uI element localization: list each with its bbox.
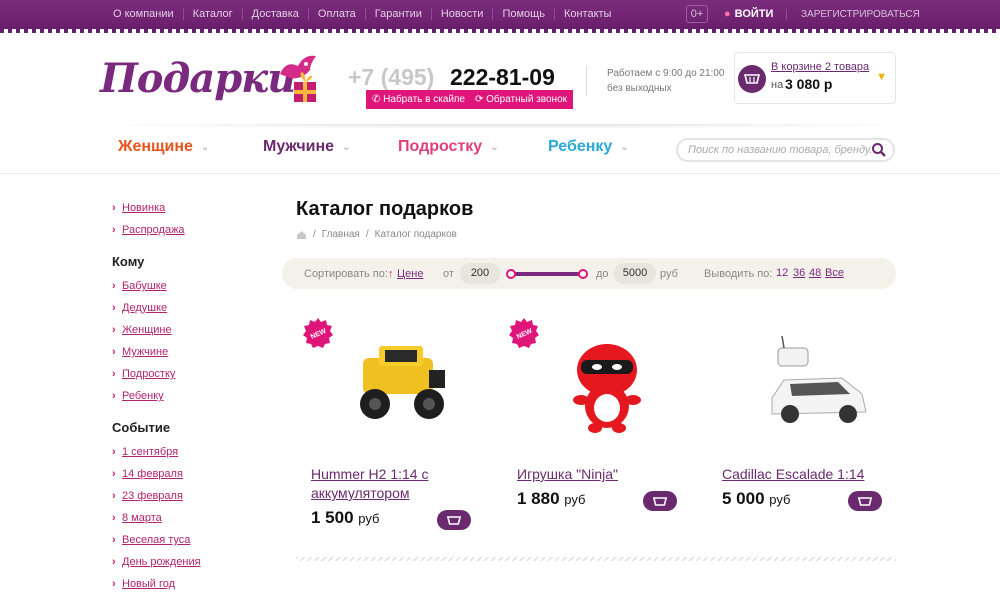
- per-page-48[interactable]: 48: [809, 267, 821, 279]
- cart-widget[interactable]: В корзине 2 товара на 3 080 р ▼: [734, 52, 896, 104]
- key-icon: ●: [724, 8, 731, 20]
- category-teen[interactable]: Подростку ⌄: [398, 138, 499, 156]
- sort-bar: Сортировать по: ↑ Цене от 200 до 5000 ру…: [282, 258, 896, 289]
- price-to-label: до: [596, 268, 609, 280]
- working-hours: Работаем с 9:00 до 21:00 без выходных: [586, 66, 736, 96]
- breadcrumb-home[interactable]: Главная: [322, 229, 360, 240]
- product-price: 1 880 руб: [517, 489, 586, 508]
- login-link[interactable]: ● ВОЙТИ: [724, 8, 773, 20]
- sidebar-item-birthday[interactable]: День рождения: [112, 554, 272, 576]
- register-link[interactable]: ЗАРЕГИСТРИРОВАТЬСЯ: [786, 9, 920, 20]
- callback-link[interactable]: ⟳ Обратный звонок: [475, 94, 567, 105]
- basket-icon: [858, 496, 872, 506]
- sidebar-item-mar8[interactable]: 8 марта: [112, 510, 272, 532]
- add-to-cart-button[interactable]: [437, 510, 471, 530]
- sidebar-item-grandma[interactable]: Бабушке: [112, 278, 272, 300]
- cart-count-link[interactable]: В корзине 2 товара: [771, 61, 869, 73]
- product-name-link[interactable]: Cadillac Escalade 1:14: [722, 465, 902, 484]
- basket-icon: [653, 496, 667, 506]
- sidebar-item-teen[interactable]: Подростку: [112, 366, 272, 388]
- product-price: 1 500 руб: [311, 508, 380, 527]
- chevron-down-icon: ⌄: [620, 141, 629, 153]
- sidebar-item-new-year[interactable]: Новый год: [112, 576, 272, 598]
- add-to-cart-button[interactable]: [643, 491, 677, 511]
- divider: [296, 557, 896, 561]
- cart-sum: 3 080 р: [785, 76, 833, 92]
- product-price: 5 000 руб: [722, 489, 791, 508]
- top-nav-item-news[interactable]: Новости: [432, 8, 494, 20]
- sort-label: Сортировать по:: [304, 268, 388, 280]
- slider-min-handle[interactable]: [506, 269, 516, 279]
- per-page-36[interactable]: 36: [793, 267, 805, 279]
- category-men[interactable]: Мужчине ⌄: [263, 138, 350, 156]
- sidebar-item-child[interactable]: Ребенку: [112, 388, 272, 410]
- sidebar-item-grandpa[interactable]: Дедушке: [112, 300, 272, 322]
- login-label: ВОЙТИ: [734, 8, 774, 20]
- sort-arrow-icon: ↑: [388, 268, 394, 280]
- slider-max-handle[interactable]: [578, 269, 588, 279]
- top-nav: О компании Каталог Доставка Оплата Гаран…: [104, 8, 620, 20]
- sidebar: Новинка Распродажа Кому Бабушке Дедушке …: [112, 200, 272, 598]
- search-icon[interactable]: [871, 142, 887, 158]
- chevron-down-icon: ⌄: [490, 141, 499, 153]
- sidebar-item-feb14[interactable]: 14 февраля: [112, 466, 272, 488]
- cart-sum-label: на: [771, 79, 784, 91]
- chevron-down-icon: ⌄: [200, 141, 210, 153]
- product-name-link[interactable]: Hummer H2 1:14 с аккумулятором: [311, 465, 491, 503]
- price-range-slider[interactable]: [506, 269, 588, 279]
- home-icon[interactable]: [296, 230, 307, 240]
- product-image-ninja[interactable]: [537, 328, 677, 438]
- per-page-all[interactable]: Все: [825, 267, 844, 279]
- top-nav-item-catalog[interactable]: Каталог: [184, 8, 243, 20]
- search-input[interactable]: Поиск по названию товара, бренду...: [676, 138, 895, 162]
- basket-icon: [738, 65, 766, 93]
- site-logo[interactable]: Подарки: [100, 55, 296, 102]
- top-nav-item-guarantees[interactable]: Гарантии: [366, 8, 432, 20]
- page-title: Каталог подарков: [296, 198, 474, 220]
- sidebar-item-sale[interactable]: Распродажа: [112, 222, 272, 244]
- category-child[interactable]: Ребенку ⌄: [548, 138, 629, 156]
- per-page-label: Выводить по:: [704, 268, 773, 280]
- gift-bird-icon: [280, 55, 316, 102]
- sidebar-heading-event: Событие: [112, 420, 171, 435]
- product-name-link[interactable]: Игрушка "Ninja": [517, 465, 697, 484]
- price-from-label: от: [443, 268, 454, 280]
- category-women[interactable]: Женщине ⌄: [118, 138, 209, 156]
- sort-by-price[interactable]: Цене: [397, 268, 423, 280]
- top-nav-item-help[interactable]: Помощь: [493, 8, 555, 20]
- product-image-cadillac[interactable]: [742, 328, 882, 438]
- phone-code: +7 (495): [348, 64, 435, 90]
- chevron-down-icon: ⌄: [342, 141, 351, 153]
- price-currency: руб: [660, 268, 678, 280]
- price-max-input[interactable]: 5000: [614, 263, 656, 284]
- sidebar-heading-whom: Кому: [112, 254, 145, 269]
- breadcrumb-current: Каталог подарков: [374, 229, 457, 240]
- breadcrumb: / Главная / Каталог подарков: [296, 229, 457, 240]
- new-badge: NEW: [509, 318, 539, 348]
- per-page-12[interactable]: 12: [776, 267, 788, 279]
- top-nav-item-about[interactable]: О компании: [104, 8, 184, 20]
- top-nav-item-contacts[interactable]: Контакты: [555, 8, 621, 20]
- age-rating-badge: 0+: [686, 5, 708, 23]
- chevron-down-icon[interactable]: ▼: [876, 71, 887, 83]
- sidebar-item-party[interactable]: Веселая туса: [112, 532, 272, 554]
- top-bar: О компании Каталог Доставка Оплата Гаран…: [0, 0, 1000, 33]
- sidebar-item-feb23[interactable]: 23 февраля: [112, 488, 272, 510]
- phone-number[interactable]: 222-81-09: [450, 64, 555, 91]
- sidebar-item-man[interactable]: Мужчине: [112, 344, 272, 366]
- new-badge: NEW: [303, 318, 333, 348]
- add-to-cart-button[interactable]: [848, 491, 882, 511]
- sidebar-item-sept1[interactable]: 1 сентября: [112, 444, 272, 466]
- sidebar-item-woman[interactable]: Женщине: [112, 322, 272, 344]
- basket-icon: [447, 515, 461, 525]
- product-image-hummer[interactable]: [331, 328, 471, 438]
- phone-actions: ✆ Набрать в скайпе ⟳ Обратный звонок: [366, 90, 574, 109]
- top-nav-item-delivery[interactable]: Доставка: [243, 8, 309, 20]
- sidebar-item-new[interactable]: Новинка: [112, 200, 272, 222]
- price-min-input[interactable]: 200: [460, 263, 500, 284]
- top-nav-item-payment[interactable]: Оплата: [309, 8, 366, 20]
- skype-call-link[interactable]: ✆ Набрать в скайпе: [372, 94, 465, 105]
